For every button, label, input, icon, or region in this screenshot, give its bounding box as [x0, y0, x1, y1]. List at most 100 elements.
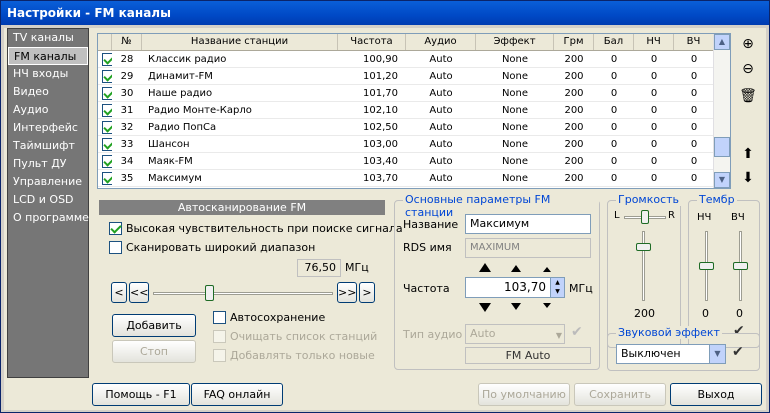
cell-audio: Auto — [429, 88, 453, 99]
add-row-icon[interactable]: ⊕ — [737, 33, 759, 55]
scan-forward-button[interactable]: >> — [337, 282, 357, 303]
nav-item[interactable]: Пульт ДУ — [8, 155, 88, 173]
col-bal[interactable]: Бал — [594, 34, 634, 50]
nav-item[interactable]: Таймшифт — [8, 137, 88, 155]
clear-list-checkbox[interactable] — [213, 330, 226, 343]
remove-row-icon[interactable]: ⊖ — [737, 58, 759, 80]
row-checkbox[interactable] — [98, 51, 112, 67]
wide-range-checkbox[interactable] — [109, 241, 122, 254]
trash-icon[interactable]: 🗑 — [737, 85, 759, 107]
row-checkbox[interactable] — [98, 85, 112, 101]
col-lf[interactable]: НЧ — [634, 34, 674, 50]
nav-item[interactable]: FM каналы — [8, 47, 88, 65]
scroll-down-button[interactable]: ▼ — [714, 172, 730, 188]
audio-type-label: Тип аудио — [403, 328, 463, 341]
hf-slider-thumb[interactable] — [733, 262, 748, 270]
audio-type-select[interactable]: Auto ▼ — [465, 324, 565, 344]
volume-slider-track[interactable] — [642, 231, 645, 301]
freq-down-large-icon[interactable] — [479, 303, 491, 312]
freq-up-small-icon[interactable] — [543, 267, 551, 272]
col-name[interactable]: Название станции — [142, 34, 338, 50]
nav-item[interactable]: LCD и OSD — [8, 191, 88, 209]
station-freq-unit: МГц — [569, 282, 593, 295]
add-button[interactable]: Добавить — [112, 314, 196, 337]
row-checkbox[interactable] — [98, 170, 112, 186]
col-grm[interactable]: Грм — [554, 34, 594, 50]
table-row[interactable]: 34 Маяк-FM 103,40 Auto None 200 0 0 0 — [98, 153, 730, 170]
table-row[interactable]: 31 Радио Монте-Карло 102,10 Auto None 200 0 0 0 — [98, 102, 730, 119]
table-row[interactable]: 35 Максимум 103,70 Auto None 200 0 0 0 — [98, 170, 730, 187]
cell-name: Наше радио — [148, 88, 213, 99]
autosave-checkbox[interactable] — [213, 311, 226, 324]
scan-next-button[interactable]: > — [359, 282, 375, 303]
stop-button[interactable]: Стоп — [112, 340, 196, 363]
freq-down-medium-icon[interactable] — [511, 303, 521, 310]
add-new-only-checkbox[interactable] — [213, 349, 226, 362]
help-button[interactable]: Помощь - F1 — [92, 383, 190, 406]
table-row[interactable]: 30 Наше радио 101,70 Auto None 200 0 0 0 — [98, 85, 730, 102]
volume-slider-thumb[interactable] — [636, 243, 651, 252]
high-sensitivity-checkbox[interactable] — [109, 222, 122, 235]
table-row[interactable]: 33 Шансон 103,00 Auto None 200 0 0 0 — [98, 136, 730, 153]
row-checkbox[interactable] — [98, 68, 112, 84]
nav-item[interactable]: О программе — [8, 209, 89, 227]
nav-item[interactable]: Интерфейс — [8, 119, 88, 137]
sound-effect-group: Звуковой эффект Выключен ▼ ✔ — [607, 326, 760, 371]
freq-up-large-icon[interactable] — [479, 263, 491, 272]
hf-value: 0 — [736, 307, 743, 320]
balance-slider-thumb[interactable] — [641, 210, 649, 224]
move-up-icon[interactable]: ⬆ — [737, 143, 759, 165]
scan-prev-button[interactable]: < — [111, 282, 127, 303]
row-checkbox[interactable] — [98, 153, 112, 169]
cell-number: 33 — [120, 139, 134, 150]
nav-item[interactable]: НЧ входы — [8, 65, 88, 83]
cell-name: Динамит-FM — [148, 71, 213, 82]
cell-grm: 200 — [564, 71, 584, 82]
cell-grm: 200 — [564, 156, 584, 167]
scan-rewind-button[interactable]: << — [129, 282, 149, 303]
fm-channel-list[interactable]: № Название станции Частота Аудио Эффект … — [97, 33, 731, 189]
freq-up-medium-icon[interactable] — [511, 265, 521, 272]
row-checkbox[interactable] — [98, 136, 112, 152]
cell-effect: None — [501, 105, 529, 116]
cell-grm: 200 — [564, 88, 584, 99]
table-row[interactable]: 28 Классик радио 100,90 Auto None 200 0 0 0 — [98, 51, 730, 68]
col-freq[interactable]: Частота — [338, 34, 406, 50]
apply-audio-icon[interactable]: ✔ — [571, 324, 583, 340]
cell-freq: 102,10 — [363, 105, 398, 116]
freq-down-small-icon[interactable] — [543, 303, 551, 308]
nav-item[interactable]: Видео — [8, 83, 88, 101]
cell-bal: 0 — [610, 71, 618, 82]
station-name-input[interactable]: Максимум — [465, 214, 591, 234]
row-checkbox[interactable] — [98, 119, 112, 135]
col-hf[interactable]: ВЧ — [674, 34, 714, 50]
sound-effect-select[interactable]: Выключен ▼ — [616, 344, 726, 364]
scroll-thumb[interactable] — [714, 136, 730, 157]
scroll-up-button[interactable]: ▲ — [714, 34, 730, 50]
list-scrollbar[interactable]: ▲ ▼ — [713, 34, 730, 188]
faq-button[interactable]: FAQ онлайн — [191, 383, 283, 406]
lf-slider-thumb[interactable] — [699, 262, 714, 270]
row-checkbox[interactable] — [98, 102, 112, 118]
timbre-lf-label: НЧ — [697, 212, 712, 223]
cell-effect: None — [501, 156, 529, 167]
nav-item[interactable]: Аудио — [8, 101, 88, 119]
table-row[interactable]: 29 Динамит-FM 101,20 Auto None 200 0 0 0 — [98, 68, 730, 85]
apply-effect-icon[interactable]: ✔ — [732, 344, 744, 360]
nav-item[interactable]: Управление — [8, 173, 88, 191]
table-row[interactable]: 32 Радио ПопСа 102,50 Auto None 200 0 0 0 — [98, 119, 730, 136]
exit-button[interactable]: Выход — [670, 383, 762, 406]
cell-number: 32 — [120, 122, 134, 133]
chevron-down-icon[interactable]: ▼ — [709, 345, 725, 363]
col-audio[interactable]: Аудио — [406, 34, 476, 50]
col-number[interactable]: № — [112, 34, 142, 50]
default-button[interactable]: По умолчанию — [478, 383, 570, 406]
scan-slider-track[interactable] — [153, 292, 333, 295]
nav-item[interactable]: TV каналы — [8, 29, 88, 47]
col-effect[interactable]: Эффект — [476, 34, 554, 50]
cell-name: Классик радио — [148, 54, 227, 65]
move-down-icon[interactable]: ⬇ — [737, 167, 759, 189]
scan-slider-thumb[interactable] — [204, 285, 214, 301]
save-button[interactable]: Сохранить — [574, 383, 666, 406]
freq-spinner[interactable]: ▲ ▼ — [550, 278, 564, 297]
